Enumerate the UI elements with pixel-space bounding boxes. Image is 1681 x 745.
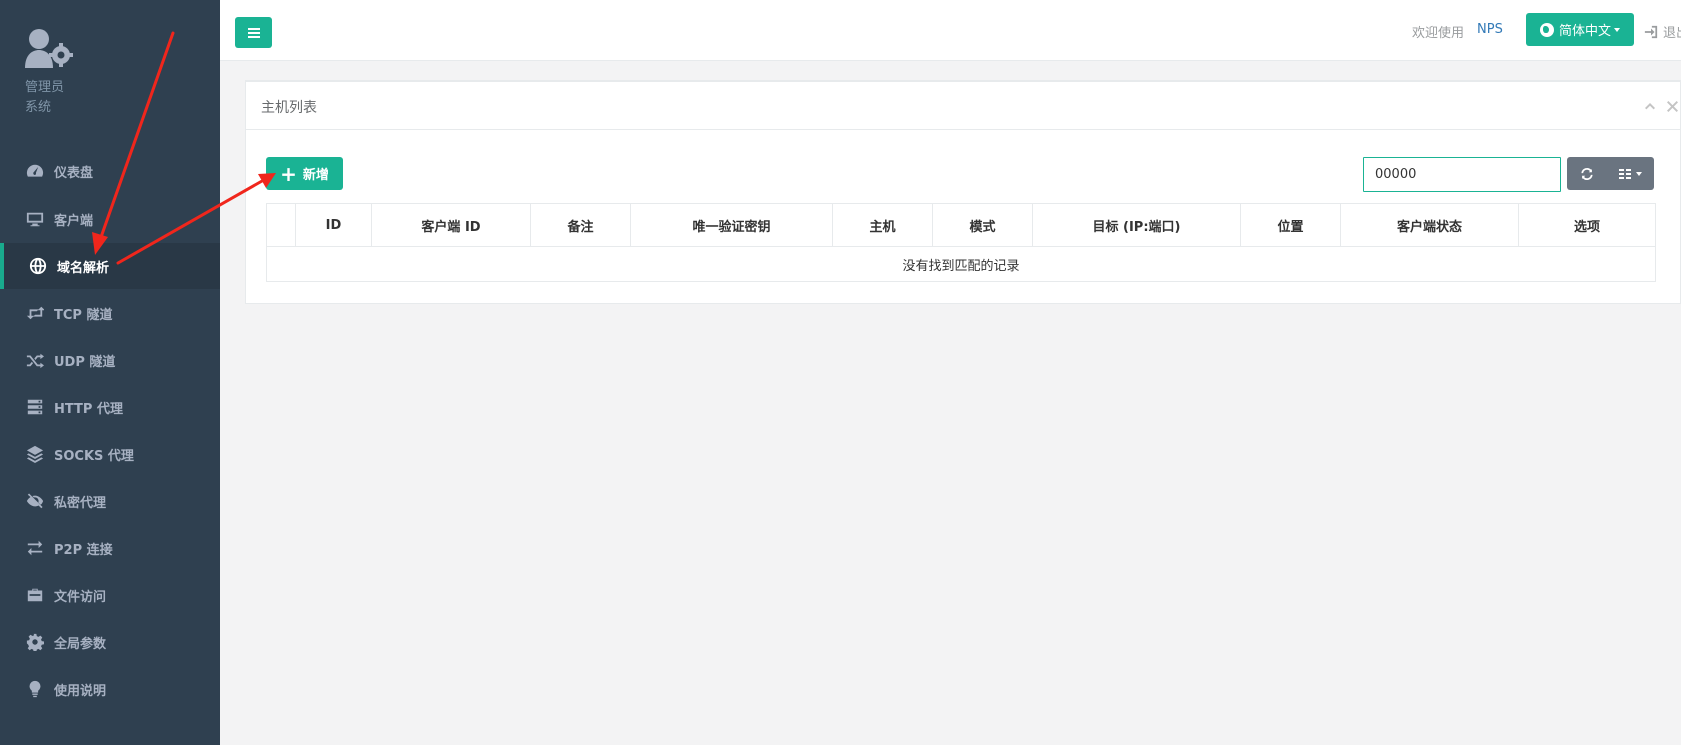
- brand-link[interactable]: NPS: [1477, 22, 1503, 37]
- column-header-options[interactable]: 选项: [1518, 203, 1656, 247]
- sidebar-item-domain[interactable]: 域名解析: [0, 243, 220, 289]
- language-label: 简体中文: [1558, 24, 1611, 39]
- sidebar-item-udp[interactable]: UDP 隧道: [0, 337, 220, 383]
- collapse-icon[interactable]: [1642, 98, 1658, 114]
- add-button-label: 新增: [302, 168, 329, 183]
- sidebar-item-label: SOCKS 代理: [54, 448, 134, 464]
- column-header-client-id[interactable]: 客户端 ID: [371, 203, 531, 247]
- panel-header: 主机列表: [246, 82, 1680, 130]
- sidebar-item-label: 使用说明: [54, 683, 107, 699]
- gear-icon: [24, 633, 46, 651]
- sidebar-item-label: TCP 隧道: [54, 307, 113, 323]
- top-navbar: 欢迎使用 NPS 简体中文 退出: [220, 0, 1681, 61]
- language-dropdown[interactable]: 简体中文: [1526, 13, 1634, 46]
- eye-slash-icon: [24, 492, 46, 510]
- refresh-button[interactable]: [1567, 157, 1607, 190]
- briefcase-icon: [24, 586, 46, 604]
- add-button[interactable]: + 新增: [266, 157, 343, 190]
- column-header-verify-key[interactable]: 唯一验证密钥: [630, 203, 833, 247]
- columns-icon: [1619, 168, 1631, 179]
- column-header-location[interactable]: 位置: [1240, 203, 1341, 247]
- layers-icon: [24, 445, 46, 463]
- welcome-text: 欢迎使用: [1412, 26, 1465, 41]
- close-icon[interactable]: [1664, 98, 1680, 114]
- user-cog-icon: [25, 29, 73, 68]
- monitor-icon: [24, 210, 46, 228]
- sidebar-item-label: 文件访问: [54, 589, 107, 605]
- table-header-row: ID 客户端 ID 备注 唯一验证密钥 主机 模式 目标 (IP:端口) 位置 …: [266, 203, 1656, 247]
- globe-icon: [27, 257, 49, 275]
- sidebar-item-label: HTTP 代理: [54, 401, 123, 417]
- sidebar-item-http[interactable]: HTTP 代理: [0, 384, 220, 430]
- sidebar-item-secret[interactable]: 私密代理: [0, 478, 220, 524]
- panel-title: 主机列表: [261, 100, 317, 116]
- sidebar: 管理员 系统 仪表盘 客户端 域名解析 TCP 隧道 UDP 隧道 HTTP 代…: [0, 0, 220, 745]
- sidebar-item-label: UDP 隧道: [54, 354, 116, 370]
- sidebar-toggle-button[interactable]: [235, 17, 272, 48]
- column-header-remark[interactable]: 备注: [530, 203, 631, 247]
- sidebar-item-label: 私密代理: [54, 495, 107, 511]
- exchange-icon: [24, 539, 46, 557]
- dashboard-icon: [24, 162, 46, 180]
- columns-toggle-button[interactable]: [1607, 157, 1654, 190]
- sidebar-item-files[interactable]: 文件访问: [0, 572, 220, 618]
- sidebar-item-label: 域名解析: [57, 260, 110, 276]
- sidebar-item-label: 仪表盘: [54, 165, 94, 181]
- column-header-client-status[interactable]: 客户端状态: [1340, 203, 1519, 247]
- sidebar-item-help[interactable]: 使用说明: [0, 666, 220, 712]
- sidebar-item-global[interactable]: 全局参数: [0, 619, 220, 665]
- column-header-host[interactable]: 主机: [832, 203, 933, 247]
- plus-icon: +: [280, 161, 297, 186]
- column-header-target[interactable]: 目标 (IP:端口): [1032, 203, 1241, 247]
- shuffle-icon: [24, 351, 46, 369]
- logout-label: 退出: [1663, 26, 1681, 41]
- server-icon: [24, 398, 46, 416]
- globe-icon: [1539, 22, 1554, 37]
- refresh-icon: [1581, 167, 1593, 180]
- column-header-id[interactable]: ID: [295, 203, 372, 247]
- sign-out-icon: [1644, 25, 1658, 38]
- host-table: ID 客户端 ID 备注 唯一验证密钥 主机 模式 目标 (IP:端口) 位置 …: [266, 203, 1656, 282]
- panel-tools: [1636, 98, 1680, 114]
- empty-message: 没有找到匹配的记录: [266, 246, 1656, 282]
- retweet-icon: [24, 304, 46, 322]
- search-input[interactable]: [1363, 157, 1561, 192]
- profile-system: 系统: [25, 100, 52, 115]
- sidebar-item-p2p[interactable]: P2P 连接: [0, 525, 220, 571]
- sidebar-item-socks[interactable]: SOCKS 代理: [0, 431, 220, 477]
- profile: 管理员 系统: [25, 28, 205, 118]
- sidebar-item-dashboard[interactable]: 仪表盘: [0, 148, 220, 194]
- table-row: 没有找到匹配的记录: [266, 246, 1656, 282]
- lightbulb-icon: [24, 680, 46, 698]
- sidebar-item-label: P2P 连接: [54, 542, 113, 558]
- column-header-mode[interactable]: 模式: [932, 203, 1033, 247]
- column-header-checkbox: [266, 203, 296, 247]
- chevron-down-icon: [1614, 27, 1620, 32]
- profile-role: 管理员: [25, 80, 65, 95]
- logout-link[interactable]: 退出: [1644, 22, 1681, 41]
- hamburger-icon: [247, 27, 260, 38]
- chevron-down-icon: [1636, 171, 1642, 176]
- sidebar-item-clients[interactable]: 客户端: [0, 196, 220, 242]
- sidebar-item-label: 全局参数: [54, 636, 107, 652]
- sidebar-item-label: 客户端: [54, 213, 94, 229]
- host-list-panel: 主机列表 + 新增 ID 客户端 ID 备注 唯一验证密钥: [245, 80, 1681, 304]
- sidebar-item-tcp[interactable]: TCP 隧道: [0, 290, 220, 336]
